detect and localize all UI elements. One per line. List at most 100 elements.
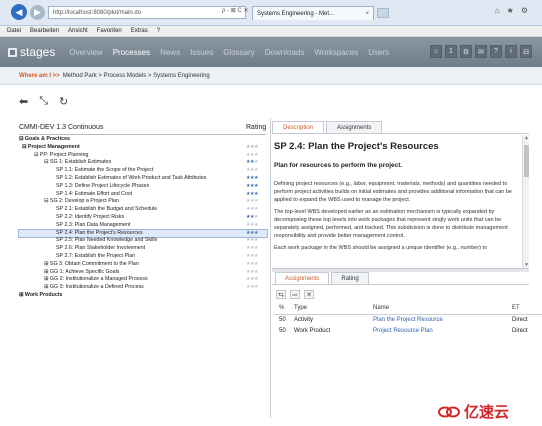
breadcrumb-path[interactable]: Method Park > Process Models > Systems E…: [63, 73, 210, 79]
rating-stars[interactable]: ★★★: [246, 230, 258, 238]
forward-icon[interactable]: ▶: [30, 5, 45, 20]
menu-favoriten[interactable]: Favoriten: [97, 28, 122, 34]
tab-assignments[interactable]: Assignments: [326, 121, 383, 133]
rating-stars[interactable]: ★★★: [246, 222, 258, 230]
info-icon[interactable]: i: [505, 45, 517, 58]
menu-bearbeiten[interactable]: Bearbeiten: [30, 28, 59, 34]
tree-item[interactable]: ⊞ GG 3: Institutionalize a Defined Proce…: [19, 284, 267, 292]
star-icon[interactable]: ★: [254, 159, 258, 165]
nav-news[interactable]: News: [160, 48, 180, 57]
browser-tab[interactable]: Systems Engineering - Met... ×: [252, 6, 374, 20]
column-header-type[interactable]: Type: [294, 303, 307, 314]
logout-icon[interactable]: ⊟: [520, 45, 532, 58]
tree-item[interactable]: ⊟ Project Management ★★★: [19, 144, 267, 152]
home-icon[interactable]: ⌂: [495, 6, 500, 15]
new-tab-button[interactable]: [377, 8, 389, 18]
tree-item[interactable]: SP 2.3: Plan Data Management ★★★: [19, 222, 267, 230]
rating-stars[interactable]: ★★★: [246, 214, 258, 222]
nav-overview[interactable]: Overview: [69, 48, 102, 57]
tree-item[interactable]: SP 2.2: Identify Project Risks ★★★: [19, 214, 267, 222]
star-icon[interactable]: ★: [254, 276, 258, 282]
address-bar[interactable]: http://localhost:8080/plot/main.do: [48, 6, 246, 19]
nav-glossary[interactable]: Glossary: [223, 48, 255, 57]
rating-stars[interactable]: ★★★: [246, 144, 258, 152]
rating-stars[interactable]: ★★★: [246, 253, 258, 261]
column-header-percent[interactable]: %: [279, 303, 284, 314]
rating-stars[interactable]: ★★★: [246, 198, 258, 206]
navigate-icon[interactable]: ⇨: [290, 290, 300, 299]
settings-icon[interactable]: ⚙: [460, 45, 472, 58]
tree-item[interactable]: SP 1.2: Establish Estimates of Work Prod…: [19, 175, 267, 183]
nav-downloads[interactable]: Downloads: [265, 48, 305, 57]
tree-item[interactable]: SP 2.4: Plan the Project's Resources ★★★: [18, 228, 268, 239]
rating-stars[interactable]: ★★★: [246, 261, 258, 269]
tree-item[interactable]: SP 2.1: Establish the Budget and Schedul…: [19, 206, 267, 214]
tree-item[interactable]: ⊟ SG 2: Develop a Project Plan ★★★: [19, 198, 267, 206]
rating-stars[interactable]: ★★★: [246, 284, 258, 292]
star-icon[interactable]: ★: [254, 191, 258, 197]
star-icon[interactable]: ★: [254, 245, 258, 251]
back-arrow-icon[interactable]: ⬅: [19, 95, 28, 108]
scroll-thumb[interactable]: [524, 145, 529, 177]
star-icon[interactable]: ★: [254, 230, 258, 236]
star-icon[interactable]: ★: [254, 183, 258, 189]
help-icon[interactable]: ?: [490, 45, 502, 58]
tab-close-icon[interactable]: ×: [365, 11, 369, 17]
rating-stars[interactable]: ★★★: [246, 276, 258, 284]
assign-icon[interactable]: ⇆: [276, 290, 286, 299]
tree-item[interactable]: SP 2.6: Plan Stakeholder Involvement ★★★: [19, 245, 267, 253]
address-bar-icons[interactable]: ρ - ⊠ C ✕: [222, 7, 248, 14]
scroll-up-icon[interactable]: ▲: [523, 135, 530, 141]
star-icon[interactable]: ★: [254, 152, 258, 158]
column-header-et[interactable]: ET: [512, 303, 520, 314]
expand-collapse-icon[interactable]: ⤡: [39, 95, 48, 108]
tree-item[interactable]: ⊞ GG 2: Institutionalize a Managed Proce…: [19, 276, 267, 284]
menu-help[interactable]: ?: [157, 28, 160, 34]
user-icon[interactable]: 1: [445, 45, 457, 58]
star-icon[interactable]: ★: [254, 198, 258, 204]
star-icon[interactable]: ★: [254, 261, 258, 267]
rating-stars[interactable]: ★★★: [246, 237, 258, 245]
tree-item[interactable]: ⊟ PP: Project Planning ★★★: [19, 152, 267, 160]
nav-workspaces[interactable]: Workspaces: [314, 48, 358, 57]
tree-item[interactable]: ⊟ SG 1: Establish Estimates ★★★: [19, 159, 267, 167]
star-icon[interactable]: ★: [254, 167, 258, 173]
rating-stars[interactable]: ★★★: [246, 245, 258, 253]
mail-icon[interactable]: ✉: [475, 45, 487, 58]
tab-lower-rating[interactable]: Rating: [331, 272, 369, 284]
description-scrollbar[interactable]: ▲ ▼: [522, 135, 529, 268]
table-row[interactable]: 50 Work Product Project Resource Plan Di…: [274, 326, 542, 337]
menu-datei[interactable]: Datei: [7, 28, 21, 34]
panel-splitter[interactable]: [270, 118, 271, 418]
nav-users[interactable]: Users: [368, 48, 389, 57]
table-row[interactable]: 50 Activity Plan the Project Resource Di…: [274, 315, 542, 326]
tree-item[interactable]: SP 2.7: Establish the Project Plan ★★★: [19, 253, 267, 261]
star-icon[interactable]: ★: [254, 253, 258, 259]
home-icon[interactable]: ⌂: [430, 45, 442, 58]
rating-stars[interactable]: ★★★: [246, 183, 258, 191]
favorites-star-icon[interactable]: ★: [507, 6, 514, 15]
rating-stars[interactable]: ★★★: [246, 159, 258, 167]
menu-ansicht[interactable]: Ansicht: [68, 28, 88, 34]
cell-name-link[interactable]: Plan the Project Resource: [373, 315, 443, 326]
tab-lower-assignments[interactable]: Assignments: [275, 272, 330, 284]
menu-extras[interactable]: Extras: [131, 28, 148, 34]
star-icon[interactable]: ★: [254, 175, 258, 181]
rating-stars[interactable]: ★★★: [246, 269, 258, 277]
settings-gear-icon[interactable]: ⚙: [521, 6, 528, 15]
tree-item[interactable]: ⊞ SG 3: Obtain Commitment to the Plan ★★★: [19, 261, 267, 269]
refresh-icon[interactable]: ↻: [59, 95, 68, 108]
star-icon[interactable]: ★: [254, 222, 258, 228]
star-icon[interactable]: ★: [254, 144, 258, 150]
tree-item[interactable]: ⊞ Work Products: [19, 292, 267, 300]
tab-description[interactable]: Description: [272, 121, 325, 133]
star-icon[interactable]: ★: [254, 269, 258, 275]
tree-item[interactable]: ⊞ GG 1: Achieve Specific Goals ★★★: [19, 269, 267, 277]
rating-stars[interactable]: ★★★: [246, 191, 258, 199]
star-icon[interactable]: ★: [254, 206, 258, 212]
rating-stars[interactable]: ★★★: [246, 206, 258, 214]
tree-item[interactable]: SP 1.4: Estimate Effort and Cost ★★★: [19, 191, 267, 199]
rating-stars[interactable]: ★★★: [246, 152, 258, 160]
stages-logo[interactable]: stages: [8, 45, 55, 59]
nav-processes[interactable]: Processes: [113, 48, 150, 57]
